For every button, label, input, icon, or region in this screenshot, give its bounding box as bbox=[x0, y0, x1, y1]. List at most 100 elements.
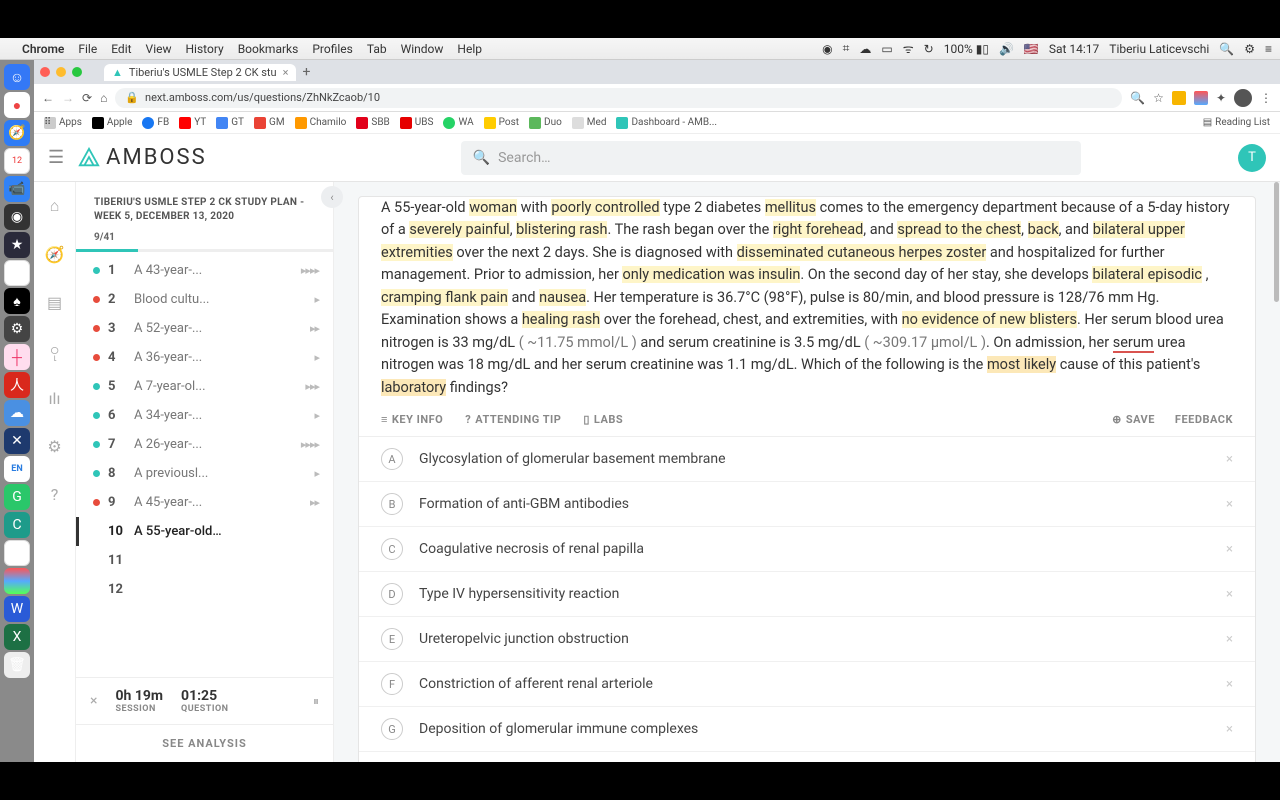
window-maximize-icon[interactable] bbox=[72, 67, 82, 77]
dock-app-icon[interactable]: ▦ bbox=[4, 540, 30, 566]
dock-calendar-icon[interactable]: 12 bbox=[4, 148, 30, 174]
dock-trash-icon[interactable]: 🗑 bbox=[4, 652, 30, 678]
search-input[interactable]: 🔍 Search… bbox=[461, 141, 1081, 175]
tab-close-icon[interactable]: × bbox=[283, 66, 289, 79]
control-center-icon[interactable]: ⚙ bbox=[1244, 42, 1255, 56]
bookmark-item[interactable]: ⠿Apps bbox=[44, 117, 82, 129]
bookmark-item[interactable]: Dashboard - AMB... bbox=[616, 117, 716, 129]
new-tab-icon[interactable]: + bbox=[302, 64, 310, 80]
bookmark-item[interactable]: SBB bbox=[356, 117, 389, 129]
answer-choice[interactable]: HObstruction of renal tubule× bbox=[359, 751, 1255, 762]
home-icon[interactable]: ⌂ bbox=[100, 91, 107, 105]
question-list-item[interactable]: 2Blood cultu...▸ bbox=[76, 285, 333, 314]
answer-choice[interactable]: CCoagulative necrosis of renal papilla× bbox=[359, 526, 1255, 571]
dock-mail-icon[interactable]: ● bbox=[4, 92, 30, 118]
question-list-item[interactable]: 3A 52-year-...▸▸ bbox=[76, 314, 333, 343]
bookmark-item[interactable]: GM bbox=[254, 117, 285, 129]
eliminate-icon[interactable]: × bbox=[1226, 452, 1233, 467]
rail-settings-icon[interactable]: ⚙ bbox=[45, 436, 65, 456]
address-bar[interactable]: 🔒 next.amboss.com/us/questions/ZhNkZcaob… bbox=[115, 88, 1122, 108]
wifi-icon[interactable]: ᯤ bbox=[903, 40, 914, 57]
bookmark-item[interactable]: YT bbox=[179, 117, 206, 129]
dock-obs-icon[interactable]: ◉ bbox=[4, 204, 30, 230]
menu-icon[interactable]: ⌗ bbox=[843, 41, 850, 56]
menubar-app[interactable]: Chrome bbox=[22, 42, 64, 56]
bookmark-item[interactable]: GT bbox=[216, 117, 244, 129]
back-icon[interactable]: ← bbox=[42, 91, 54, 105]
window-close-icon[interactable] bbox=[40, 67, 50, 77]
dock-finder-icon[interactable]: ☺ bbox=[4, 64, 30, 90]
dock-app-icon[interactable]: ★ bbox=[4, 232, 30, 258]
rail-compass-icon[interactable]: 🧭 bbox=[45, 244, 65, 264]
dock-safari-icon[interactable]: 🧭 bbox=[4, 120, 30, 146]
bookmark-item[interactable]: Post bbox=[484, 117, 519, 129]
rail-stetho-icon[interactable]: ဝု bbox=[45, 340, 65, 360]
bookmark-item[interactable]: WA bbox=[443, 117, 473, 129]
display-icon[interactable]: ▭ bbox=[881, 42, 892, 56]
dock-excel-icon[interactable]: X bbox=[4, 624, 30, 650]
dock-pdf-icon[interactable]: 人 bbox=[4, 372, 30, 398]
dock-word-icon[interactable]: W bbox=[4, 596, 30, 622]
dock-app-icon[interactable]: ✕ bbox=[4, 428, 30, 454]
dock-app-icon[interactable]: ☁ bbox=[4, 400, 30, 426]
answer-choice[interactable]: BFormation of anti-GBM antibodies× bbox=[359, 481, 1255, 526]
hamburger-icon[interactable]: ☰ bbox=[48, 147, 64, 168]
volume-icon[interactable]: 🔊 bbox=[999, 42, 1014, 56]
question-list-item[interactable]: 9A 45-year-...▸▸ bbox=[76, 488, 333, 517]
menu-icon[interactable]: ≡ bbox=[1265, 42, 1272, 56]
attending-tip-button[interactable]: ? ATTENDING TIP bbox=[465, 413, 561, 426]
ext-icon[interactable] bbox=[1172, 91, 1186, 105]
eliminate-icon[interactable]: × bbox=[1226, 722, 1233, 737]
answer-choice[interactable]: DType IV hypersensitivity reaction× bbox=[359, 571, 1255, 616]
bookmark-item[interactable]: Chamilo bbox=[295, 117, 347, 129]
flag-icon[interactable]: 🇺🇸 bbox=[1024, 42, 1039, 56]
see-analysis-button[interactable]: SEE ANALYSIS bbox=[76, 724, 333, 762]
answer-choice[interactable]: GDeposition of glomerular immune complex… bbox=[359, 706, 1255, 751]
question-list-item[interactable]: 12 bbox=[76, 575, 333, 604]
answer-choice[interactable]: EUreteropelvic junction obstruction× bbox=[359, 616, 1255, 661]
key-info-button[interactable]: ≡ KEY INFO bbox=[381, 413, 443, 426]
rail-help-icon[interactable]: ? bbox=[45, 484, 65, 504]
dock-app-icon[interactable] bbox=[4, 260, 30, 286]
star-icon[interactable]: ☆ bbox=[1153, 91, 1164, 105]
eliminate-icon[interactable]: × bbox=[1226, 542, 1233, 557]
eliminate-icon[interactable]: × bbox=[1226, 677, 1233, 692]
dock-app-icon[interactable]: ┼ bbox=[4, 344, 30, 370]
question-list-item[interactable]: 5A 7-year-ol...▸▸▸ bbox=[76, 372, 333, 401]
menu-icon[interactable]: ⋮ bbox=[1260, 91, 1272, 105]
bookmark-item[interactable]: Duo bbox=[529, 117, 562, 129]
zoom-icon[interactable]: 🔍 bbox=[1130, 91, 1145, 105]
collapse-sidebar-icon[interactable]: ‹ bbox=[321, 186, 343, 208]
refresh-icon[interactable]: ↻ bbox=[924, 42, 934, 56]
dock-app-icon[interactable] bbox=[4, 568, 30, 594]
eliminate-icon[interactable]: × bbox=[1226, 587, 1233, 602]
user-name[interactable]: Tiberiu Laticevschi bbox=[1109, 42, 1209, 56]
question-list-item[interactable]: 6A 34-year-...▸ bbox=[76, 401, 333, 430]
question-list-item[interactable]: 11 bbox=[76, 546, 333, 575]
bookmark-item[interactable]: Med bbox=[572, 117, 607, 129]
timer-close-icon[interactable]: × bbox=[90, 693, 97, 709]
bookmark-item[interactable]: FB bbox=[142, 117, 169, 129]
window-minimize-icon[interactable] bbox=[56, 67, 66, 77]
question-list-item[interactable]: 1A 43-year-...▸▸▸▸ bbox=[76, 256, 333, 285]
rail-book-icon[interactable]: ▤ bbox=[45, 292, 65, 312]
dock-app-icon[interactable]: C bbox=[4, 512, 30, 538]
reload-icon[interactable]: ⟳ bbox=[82, 91, 92, 105]
profile-icon[interactable] bbox=[1234, 89, 1252, 107]
avatar[interactable]: T bbox=[1238, 144, 1266, 172]
question-list-item[interactable]: 8A previousl...▸ bbox=[76, 459, 333, 488]
labs-button[interactable]: ▯ LABS bbox=[583, 413, 623, 426]
reading-list[interactable]: ▤ Reading List bbox=[1203, 117, 1270, 128]
answer-choice[interactable]: FConstriction of afferent renal arteriol… bbox=[359, 661, 1255, 706]
spotlight-icon[interactable]: 🔍 bbox=[1219, 42, 1234, 56]
feedback-button[interactable]: FEEDBACK bbox=[1175, 413, 1233, 426]
dock-app-icon[interactable]: ⚙ bbox=[4, 316, 30, 342]
question-list-item[interactable]: 7A 26-year-...▸▸▸▸ bbox=[76, 430, 333, 459]
dock-app-icon[interactable]: ♠ bbox=[4, 288, 30, 314]
dock-app-icon[interactable]: G bbox=[4, 484, 30, 510]
forward-icon[interactable]: → bbox=[62, 91, 74, 105]
extensions-icon[interactable]: ✦ bbox=[1216, 91, 1226, 105]
bookmark-item[interactable]: Apple bbox=[92, 117, 133, 129]
ext-icon[interactable] bbox=[1194, 91, 1208, 105]
save-button[interactable]: ⊕ SAVE bbox=[1112, 413, 1155, 426]
